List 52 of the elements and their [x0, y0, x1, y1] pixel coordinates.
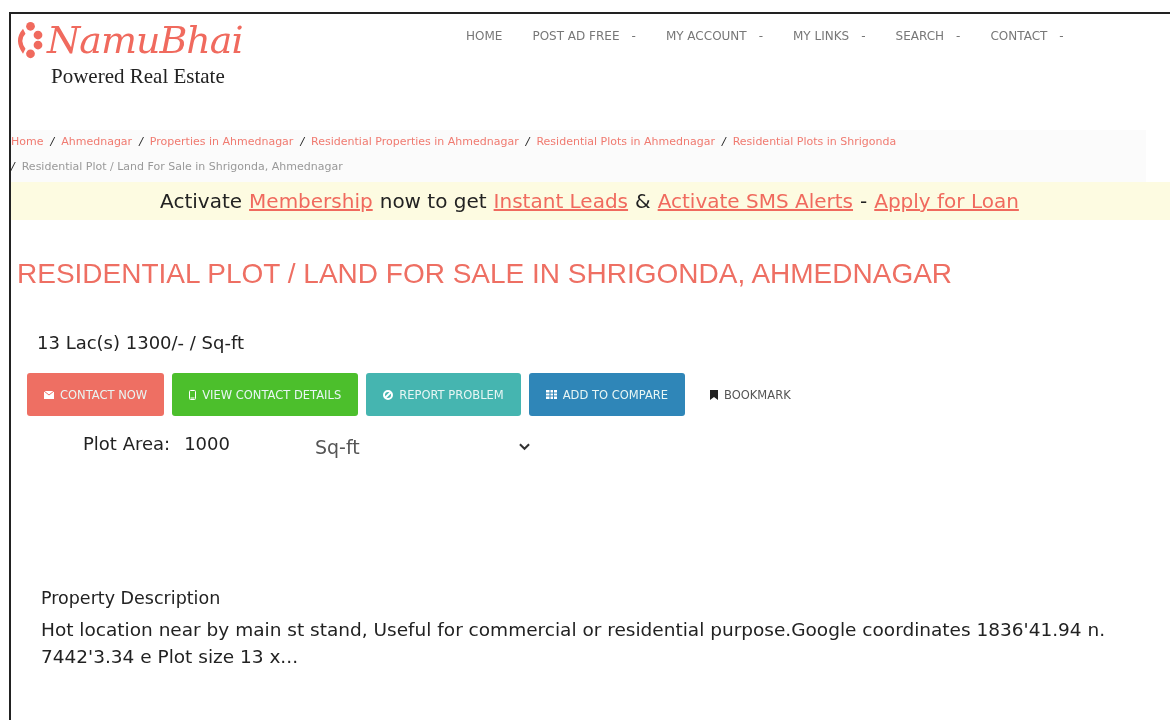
breadcrumb-link[interactable]: Residential Plots in Ahmednagar [536, 132, 715, 157]
breadcrumb-separator: / [721, 134, 726, 150]
section-heading: Property Description [41, 588, 222, 608]
breadcrumb-separator: / [300, 134, 305, 150]
banner-link[interactable]: Instant Leads [493, 189, 629, 213]
breadcrumb-link[interactable]: Home [11, 132, 44, 157]
banner-text: Activate [160, 189, 243, 213]
banner-text: now to get [379, 189, 487, 213]
mail-icon [44, 390, 54, 399]
unit-select[interactable]: Sq-ft [314, 428, 530, 458]
page-title: RESIDENTIAL PLOT / LAND FOR SALE IN SHRIGONDA, AHMEDNAGAR [17, 258, 954, 290]
action-button[interactable]: BOOKMARK [693, 373, 808, 416]
breadcrumb-link[interactable]: Residential Plots in Shrigonda [732, 132, 897, 157]
action-button[interactable]: VIEW CONTACT DETAILS [172, 373, 359, 416]
banner-text: - [860, 189, 868, 213]
caret-icon: - [631, 29, 636, 43]
breadcrumb-link[interactable]: Ahmednagar [61, 132, 133, 157]
breadcrumb-link[interactable]: Properties in Ahmednagar [149, 132, 294, 157]
breadcrumb-separator: / [525, 134, 530, 150]
table-icon [545, 390, 557, 399]
nav-link[interactable]: SEARCH [895, 29, 945, 43]
bookmark-icon [710, 389, 719, 400]
nav-link[interactable]: POST AD FREE [532, 29, 620, 43]
breadcrumb-separator: / [139, 134, 143, 150]
banner-link[interactable]: Apply for Loan [874, 189, 1019, 213]
action-button[interactable]: REPORT PROBLEM [366, 373, 521, 416]
nav-link[interactable]: MY ACCOUNT [665, 29, 747, 43]
action-button[interactable]: CONTACT NOW [27, 373, 165, 416]
description-text: Hot location near by main st stand, Useful for commercial or residential purpose.Google coordinates 1836'41.94 n. 7442'3.34 e Plot size 13 x... [41, 618, 1107, 669]
caret-icon: - [758, 29, 763, 43]
nav-link[interactable]: HOME [466, 29, 503, 43]
phone-icon [189, 389, 197, 400]
caret-icon: - [1059, 29, 1064, 43]
caret-icon: - [861, 29, 866, 43]
field-label: Plot Area: [83, 432, 171, 454]
banner-link[interactable]: Activate SMS Alerts [657, 189, 853, 213]
ban-icon [383, 389, 394, 400]
tagline: Powered Real Estate [51, 64, 226, 89]
breadcrumb-separator: / [50, 134, 55, 150]
banner-link[interactable]: Membership [249, 189, 373, 213]
logo-text: NamuBhai [47, 18, 243, 62]
nav-link[interactable]: MY LINKS [793, 29, 850, 43]
price: 13 Lac(s) 1300/- / Sq-ft [37, 332, 246, 353]
breadcrumb-separator: / [11, 159, 15, 175]
nav-link[interactable]: CONTACT [990, 29, 1048, 43]
action-button[interactable]: ADD TO COMPARE [528, 373, 686, 416]
breadcrumb-current: Residential Plot / Land For Sale in Shrigonda, Ahmednagar [21, 159, 343, 175]
banner-text: & [635, 189, 651, 213]
caret-icon: - [956, 29, 961, 43]
chevron-icon [518, 443, 530, 451]
plot-area-value: 1000 [184, 432, 230, 454]
breadcrumb-link[interactable]: Residential Properties in Ahmednagar [311, 132, 519, 157]
